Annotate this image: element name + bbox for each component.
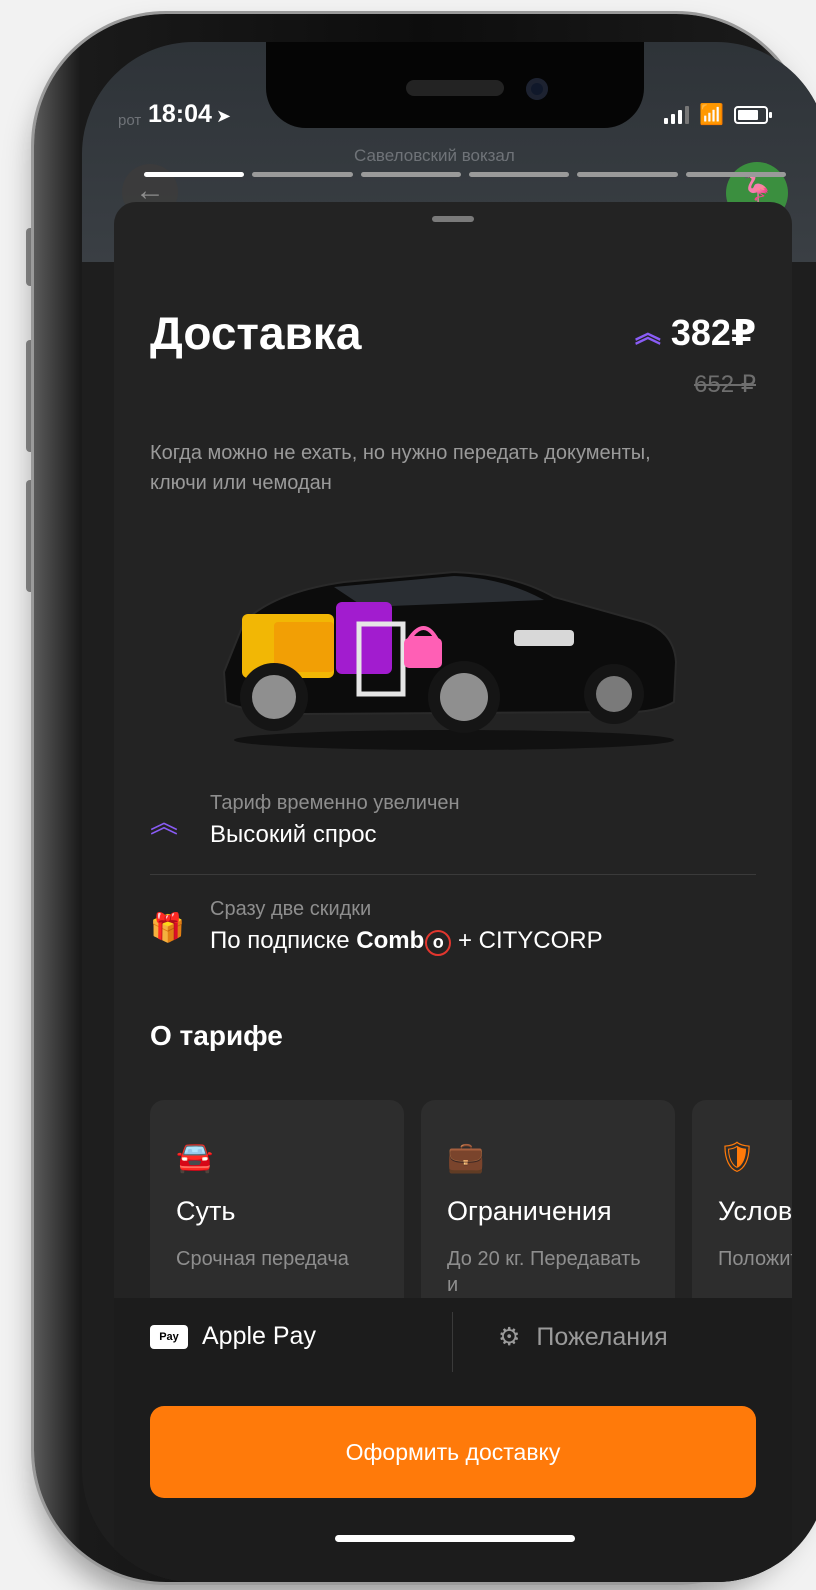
discount-value: По подписке Comb o + CITYCORP (210, 927, 603, 956)
vertical-divider (452, 1312, 453, 1372)
time-text: 18:04 (148, 100, 212, 128)
tariff-sheet: Доставка ︽ 382₽ 652 ₽ Когда можно не еха… (114, 202, 792, 1582)
speaker-grille (406, 80, 504, 96)
card-text: Срочная передача (176, 1248, 349, 1270)
sliders-icon: ⚙ (498, 1323, 521, 1351)
old-price: 652 ₽ (694, 371, 756, 398)
wifi-icon: 📶 (699, 104, 724, 126)
tariff-title: Доставка (150, 307, 362, 359)
card-title: Ограничения (447, 1196, 612, 1226)
surge-icon: ︽ (634, 318, 661, 348)
car-icon: 🚘 (176, 1141, 214, 1174)
progress-segment (252, 172, 353, 177)
wishes-label: Пожелания (536, 1322, 668, 1351)
discount-label: Сразу две скидки (210, 898, 372, 920)
combo-logo: Comb o (356, 927, 452, 956)
cellular-signal-icon (664, 105, 690, 124)
payment-method-button[interactable]: Pay Apple Pay (150, 1322, 316, 1351)
phone-frame: рот Савеловский вокзал ← 🦩 18:04 ➤ 📶 Дос… (34, 14, 816, 1582)
surge-info-row: ︽ Тариф временно увеличен Высокий спрос (150, 792, 756, 849)
stories-progress (144, 172, 786, 177)
apple-pay-icon: Pay (150, 1324, 188, 1349)
status-icons: 📶 (664, 102, 772, 127)
shield-icon: 🛡 (718, 1141, 757, 1174)
map-station-label: Савеловский вокзал (354, 146, 515, 165)
notch (266, 42, 644, 128)
sheet-drag-handle[interactable] (432, 216, 474, 222)
price-value: 382₽ (670, 312, 756, 353)
card-text: До 20 кг. Передавать и (447, 1248, 641, 1296)
about-tariff-title: О тарифе (150, 1020, 283, 1051)
phone-screen: рот Савеловский вокзал ← 🦩 18:04 ➤ 📶 Дос… (82, 42, 816, 1582)
card-title: Условия (718, 1196, 792, 1226)
progress-segment (685, 172, 786, 177)
surge-arrows-icon: ︽ (150, 806, 179, 838)
combo-text: Comb (356, 927, 425, 954)
order-delivery-button[interactable]: Оформить доставку (150, 1406, 756, 1498)
location-arrow-icon: ➤ (215, 106, 232, 126)
status-time: 18:04 ➤ (148, 100, 231, 129)
home-indicator[interactable] (335, 1535, 575, 1542)
car-illustration (222, 570, 678, 750)
surge-label: Тариф временно увеличен (210, 792, 460, 814)
tariff-description: Когда можно не ехать, но нужно передать … (150, 442, 651, 494)
card-text: Положить во что- (718, 1248, 792, 1270)
combo-o: o (425, 930, 452, 956)
payment-method-label: Apple Pay (202, 1322, 316, 1350)
front-camera (526, 78, 548, 100)
discount-prefix: По подписке (210, 927, 350, 954)
suitcase-icon: 💼 (447, 1141, 485, 1174)
divider (150, 874, 756, 875)
battery-icon (734, 105, 772, 124)
progress-segment (360, 172, 461, 177)
wishes-button[interactable]: ⚙ Пожелания (498, 1322, 668, 1352)
surge-value: Высокий спрос (210, 821, 377, 848)
discount-suffix: + CITYCORP (457, 927, 603, 954)
map-street-label: рот (118, 112, 142, 129)
progress-segment (577, 172, 678, 177)
tariff-price: ︽ 382₽ (635, 312, 756, 354)
progress-segment (468, 172, 570, 177)
card-title: Суть (176, 1196, 236, 1226)
discount-info-row: 🎁 Сразу две скидки По подписке Comb o + C… (150, 898, 756, 956)
gift-icon: 🎁 (150, 911, 185, 943)
progress-segment (144, 172, 245, 177)
